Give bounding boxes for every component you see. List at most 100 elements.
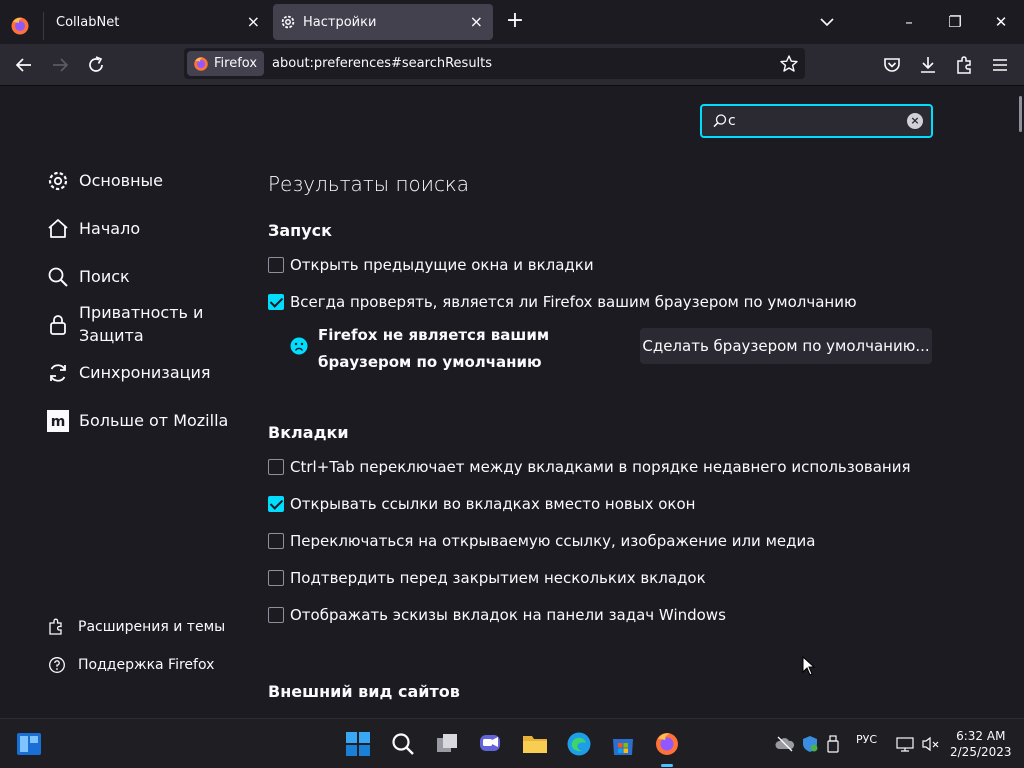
puzzle-icon: [49, 618, 62, 635]
warn-on-close-checkbox[interactable]: [268, 570, 284, 586]
tab-collabnet[interactable]: CollabNet ×: [0, 4, 270, 40]
new-tab-button[interactable]: +: [503, 10, 527, 34]
footer-link-label: Поддержка Firefox: [78, 657, 215, 673]
startup-heading: Запуск: [268, 221, 332, 240]
bookmark-star-icon[interactable]: [779, 54, 799, 74]
extensions-themes-link[interactable]: Расширения и темы: [48, 618, 225, 636]
not-default-text: Firefox не является вашим браузером по у…: [318, 326, 550, 371]
search-input[interactable]: [728, 111, 908, 131]
option-label: Ctrl+Tab переключает между вкладками в п…: [290, 458, 911, 476]
taskbar-previews-option[interactable]: Отображать эскизы вкладок на панели зада…: [268, 606, 726, 624]
make-default-button[interactable]: Сделать браузером по умолчанию...: [640, 328, 932, 364]
search-icon: [48, 267, 68, 287]
open-links-in-tabs-checkbox[interactable]: [268, 496, 284, 512]
sidebar-item-label: Поиск: [79, 267, 130, 286]
reload-icon[interactable]: [83, 53, 109, 77]
tab-title: CollabNet: [56, 14, 120, 30]
onedrive-icon[interactable]: [775, 734, 795, 754]
appearance-heading: Внешний вид сайтов: [268, 682, 460, 701]
url-bar[interactable]: Firefox about:preferences#searchResults: [184, 48, 805, 79]
identity-box[interactable]: Firefox: [187, 51, 265, 76]
open-links-in-tabs-option[interactable]: Открывать ссылки во вкладках вместо новы…: [268, 495, 695, 513]
system-clock[interactable]: 6:32 AM 2/25/2023: [950, 728, 1012, 760]
clock-time: 6:32 AM: [956, 729, 1006, 743]
firefox-icon: [194, 56, 208, 71]
svg-text:m: m: [51, 414, 66, 430]
home-icon: [48, 219, 68, 238]
microsoft-store-icon[interactable]: [610, 731, 636, 757]
page-scrollbar[interactable]: [1018, 86, 1024, 718]
switch-to-new-tab-checkbox[interactable]: [268, 533, 284, 549]
maximize-button[interactable]: ❐: [943, 10, 967, 34]
downloads-icon[interactable]: [915, 53, 941, 77]
check-default-checkbox[interactable]: [268, 294, 284, 310]
pocket-icon[interactable]: [879, 53, 905, 77]
tab-settings[interactable]: Настройки ×: [273, 4, 493, 40]
back-icon[interactable]: [11, 53, 37, 77]
restore-session-option[interactable]: Открыть предыдущие окна и вкладки: [268, 256, 594, 274]
sidebar-item-mozilla[interactable]: m Больше от Mozilla: [46, 409, 228, 433]
language-indicator[interactable]: РУС: [856, 733, 877, 746]
sidebar-item-search[interactable]: Поиск: [46, 265, 130, 289]
teams-chat-icon[interactable]: [478, 731, 504, 757]
option-label: Всегда проверять, является ли Firefox ва…: [290, 293, 857, 311]
scrollbar-thumb[interactable]: [1019, 96, 1022, 132]
preferences-page: × Основные Начало Поиск Приватность и За…: [0, 86, 1018, 718]
ctrl-tab-checkbox[interactable]: [268, 459, 284, 475]
gear-icon: [48, 171, 68, 191]
clear-search-icon[interactable]: ×: [907, 113, 923, 129]
search-icon[interactable]: [390, 731, 416, 757]
taskbar: РУС 6:32 AM 2/25/2023: [0, 718, 1024, 768]
switch-to-new-tab-option[interactable]: Переключаться на открываемую ссылку, изо…: [268, 532, 815, 550]
help-icon: [49, 657, 65, 673]
forward-icon[interactable]: [47, 53, 73, 77]
edge-browser-icon[interactable]: [566, 731, 592, 757]
sidebar-item-label: Больше от Mozilla: [79, 411, 229, 430]
search-field[interactable]: ×: [700, 104, 933, 138]
tab-bar: CollabNet × Настройки × + – ❐ ✕: [0, 0, 1024, 44]
menu-icon[interactable]: [987, 53, 1013, 77]
sidebar-item-sync[interactable]: Синхронизация: [46, 361, 211, 385]
close-tab-button[interactable]: ×: [470, 13, 483, 31]
windows-start-icon[interactable]: [345, 731, 371, 757]
sad-face-icon: [290, 337, 308, 355]
sidebar-item-privacy[interactable]: Приватность и Защита: [46, 301, 216, 347]
lock-icon: [50, 315, 66, 335]
navigation-toolbar: Firefox about:preferences#searchResults: [0, 44, 1024, 86]
minimize-button[interactable]: –: [897, 10, 921, 34]
sidebar-item-label: Основные: [79, 171, 164, 190]
footer-link-label: Расширения и темы: [78, 619, 226, 635]
close-tab-button[interactable]: ×: [247, 13, 260, 31]
tab-title: Настройки: [303, 14, 377, 30]
active-app-indicator: [661, 764, 673, 767]
sidebar-item-home[interactable]: Начало: [46, 217, 140, 241]
close-window-button[interactable]: ✕: [989, 10, 1013, 34]
page-title: Результаты поиска: [268, 172, 470, 196]
sidebar-item-label: Начало: [79, 219, 141, 238]
sidebar-item-label: Синхронизация: [79, 363, 211, 382]
network-icon[interactable]: [895, 734, 915, 754]
restore-session-checkbox[interactable]: [268, 257, 284, 273]
widgets-icon[interactable]: [16, 731, 42, 757]
search-icon: [713, 114, 727, 128]
not-default-message: Firefox не является вашим браузером по у…: [290, 322, 620, 376]
check-default-option[interactable]: Всегда проверять, является ли Firefox ва…: [268, 293, 857, 311]
option-label: Подтвердить перед закрытием нескольких в…: [290, 569, 706, 587]
task-view-icon[interactable]: [434, 731, 460, 757]
file-explorer-icon[interactable]: [522, 731, 548, 757]
url-text[interactable]: about:preferences#searchResults: [272, 56, 492, 71]
security-shield-icon[interactable]: [800, 734, 820, 754]
firefox-icon[interactable]: [654, 731, 680, 757]
taskbar-previews-checkbox[interactable]: [268, 607, 284, 623]
sidebar-item-general[interactable]: Основные: [46, 169, 163, 193]
tab-separator: [43, 12, 44, 40]
volume-muted-icon[interactable]: [920, 734, 940, 754]
warn-on-close-option[interactable]: Подтвердить перед закрытием нескольких в…: [268, 569, 706, 587]
chevron-down-icon[interactable]: [815, 10, 839, 34]
extensions-icon[interactable]: [951, 53, 977, 77]
mouse-cursor-icon: [802, 656, 816, 676]
usb-device-icon[interactable]: [824, 734, 842, 754]
ctrl-tab-option[interactable]: Ctrl+Tab переключает между вкладками в п…: [268, 458, 911, 476]
mozilla-icon: m: [47, 410, 69, 432]
firefox-support-link[interactable]: Поддержка Firefox: [48, 656, 214, 674]
